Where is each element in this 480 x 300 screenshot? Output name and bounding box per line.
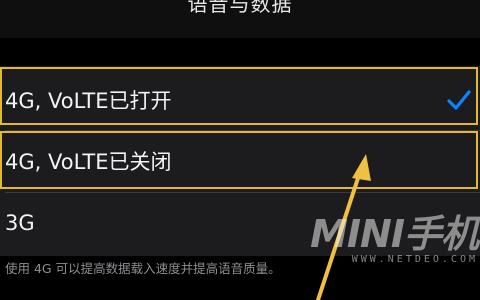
option-label: 3G bbox=[5, 211, 35, 235]
page-title: 语音与数据 bbox=[187, 0, 293, 16]
option-label: 4G, VoLTE已打开 bbox=[5, 89, 172, 113]
option-label: 4G, VoLTE已关闭 bbox=[5, 150, 172, 174]
option-volte-off[interactable]: 4G, VoLTE已关闭 bbox=[0, 131, 480, 191]
watermark-text: MINI手机 bbox=[310, 212, 479, 256]
watermark-logo: MINI手机 WWW.NETDEO.COM bbox=[310, 212, 479, 265]
checkmark-icon bbox=[447, 90, 471, 110]
section-spacer bbox=[0, 38, 480, 66]
navigation-bar: 语音与数据 bbox=[0, 0, 480, 38]
option-volte-on[interactable]: 4G, VoLTE已打开 bbox=[0, 70, 480, 130]
